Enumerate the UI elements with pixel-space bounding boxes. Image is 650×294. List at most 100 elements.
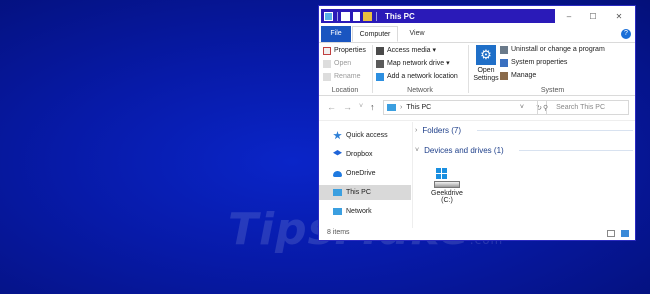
map-network-drive-button[interactable]: Map network drive ▾ <box>376 58 450 70</box>
ribbon-group-network: Access media ▾ Map network drive ▾ Add a… <box>374 43 466 95</box>
minimize-button[interactable]: – <box>563 10 575 22</box>
sidebar-item-network[interactable]: Network <box>319 204 411 219</box>
hard-drive-icon <box>434 168 460 190</box>
new-folder-icon[interactable] <box>363 11 372 21</box>
settings-gear-icon[interactable]: ⚙ <box>476 45 496 65</box>
sidebar-item-dropbox[interactable]: Dropbox <box>319 147 411 162</box>
access-media-label: Access media ▾ <box>387 47 437 54</box>
folders-group-header[interactable]: › Folders (7) <box>415 124 461 136</box>
search-input[interactable]: ⚲ Search This PC <box>537 100 629 115</box>
network-icon <box>333 208 342 215</box>
folders-header-label: Folders (7) <box>422 125 462 135</box>
breadcrumb-chevron-icon: › <box>400 104 403 111</box>
media-icon <box>376 47 384 55</box>
sidebar-item-label: OneDrive <box>346 170 376 177</box>
divider <box>376 11 377 21</box>
group-label-network: Network <box>407 87 433 94</box>
file-explorer-window: This PC – ☐ ✕ File Computer View ? Prope… <box>318 5 636 241</box>
properties-icon[interactable] <box>341 11 350 21</box>
title-bar-highlight: This PC <box>321 9 555 23</box>
manage-label: Manage <box>511 72 537 79</box>
help-icon[interactable]: ? <box>621 29 631 39</box>
system-properties-icon <box>500 59 508 67</box>
group-label-system: System <box>540 87 565 94</box>
devices-group-header[interactable]: ˅ Devices and drives (1) <box>415 144 504 156</box>
divider <box>372 45 373 93</box>
large-icons-view-icon[interactable] <box>621 230 629 237</box>
search-placeholder: Search This PC <box>556 104 606 111</box>
manage-icon <box>500 72 508 80</box>
sidebar-item-onedrive[interactable]: OneDrive <box>319 166 411 181</box>
details-view-icon[interactable] <box>607 230 615 237</box>
sidebar-item-label: Dropbox <box>346 151 373 158</box>
computer-icon <box>333 189 342 196</box>
system-properties-button[interactable]: System properties <box>500 57 567 69</box>
content-pane: › Folders (7) ˅ Devices and drives (1) G… <box>412 122 636 228</box>
title-bar[interactable]: This PC – ☐ ✕ <box>319 6 635 26</box>
properties-label: Properties <box>334 47 366 54</box>
access-media-button[interactable]: Access media ▾ <box>376 45 436 57</box>
ribbon-group-location: Properties Open Rename Location <box>319 43 371 95</box>
address-dropdown-icon[interactable]: ˅ <box>520 104 524 111</box>
system-properties-label: System properties <box>511 59 568 66</box>
sidebar-item-label: This PC <box>346 189 371 196</box>
manage-button[interactable]: Manage <box>500 70 536 82</box>
address-bar[interactable]: › This PC ˅ ↻ <box>383 100 547 115</box>
ribbon-group-system: ⚙ Open Settings Uninstall or change a pr… <box>470 43 635 95</box>
drive-item-c[interactable]: Geekdrive (C:) <box>429 168 465 204</box>
cloud-icon <box>333 170 342 177</box>
forward-arrow-icon[interactable]: → <box>343 102 352 112</box>
open-icon <box>323 60 331 68</box>
uninstall-program-label: Uninstall or change a program <box>511 46 605 53</box>
sidebar-item-label: Quick access <box>346 132 388 139</box>
drive-letter: (C:) <box>441 197 453 204</box>
star-icon <box>333 131 342 140</box>
ribbon-tabs: File Computer View ? <box>319 26 635 43</box>
maximize-button[interactable]: ☐ <box>587 10 599 22</box>
add-network-location-label: Add a network location <box>387 73 458 80</box>
item-count: 8 items <box>327 229 350 236</box>
divider <box>519 150 633 151</box>
chevron-down-icon: ˅ <box>415 146 420 154</box>
chevron-right-icon: › <box>415 126 418 134</box>
computer-icon <box>387 104 396 111</box>
properties-icon <box>323 47 331 55</box>
breadcrumb-this-pc[interactable]: This PC <box>406 104 431 111</box>
programs-icon <box>500 46 508 54</box>
pc-icon <box>324 11 333 21</box>
up-arrow-icon[interactable]: ↑ <box>370 102 375 112</box>
tab-computer[interactable]: Computer <box>352 26 398 42</box>
open-settings-button[interactable]: Open Settings <box>471 67 501 83</box>
drive-name: Geekdrive <box>431 190 463 197</box>
tab-view[interactable]: View <box>403 26 431 42</box>
uninstall-program-button[interactable]: Uninstall or change a program <box>500 44 605 56</box>
back-arrow-icon[interactable]: ← <box>327 102 336 112</box>
tab-file[interactable]: File <box>321 26 351 42</box>
properties-button[interactable]: Properties <box>323 45 366 57</box>
rename-icon <box>323 73 331 81</box>
open-label: Open <box>334 60 352 67</box>
new-file-icon[interactable] <box>353 11 360 21</box>
devices-header-label: Devices and drives (1) <box>424 145 504 155</box>
dropbox-icon <box>333 150 342 156</box>
divider <box>337 11 338 21</box>
status-bar: 8 items <box>319 228 635 240</box>
search-icon: ⚲ <box>543 104 549 112</box>
rename-button[interactable]: Rename <box>323 71 360 83</box>
add-network-location-button[interactable]: Add a network location <box>376 71 458 83</box>
recent-locations-icon[interactable]: ˅ <box>359 103 363 110</box>
ribbon: Properties Open Rename Location Access m… <box>319 43 635 96</box>
sidebar-item-this-pc[interactable]: This PC <box>319 185 411 200</box>
divider <box>477 130 633 131</box>
group-label-location: Location <box>331 87 359 94</box>
rename-label: Rename <box>334 73 361 80</box>
divider <box>468 45 469 93</box>
close-button[interactable]: ✕ <box>613 10 625 22</box>
address-toolbar: ← → ˅ ↑ › This PC ˅ ↻ ⚲ Search This PC <box>319 96 635 121</box>
network-location-icon <box>376 73 384 81</box>
network-drive-icon <box>376 60 384 68</box>
navigation-pane: Quick access Dropbox OneDrive This PC Ne… <box>319 124 411 228</box>
window-title: This PC <box>385 11 415 21</box>
sidebar-item-quick-access[interactable]: Quick access <box>319 128 411 143</box>
open-button[interactable]: Open <box>323 58 351 70</box>
